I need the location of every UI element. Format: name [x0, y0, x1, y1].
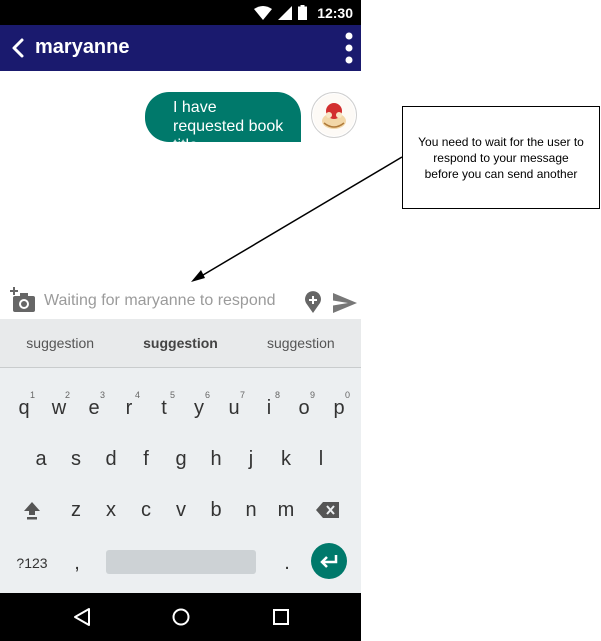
back-arrow-icon[interactable]	[9, 37, 29, 59]
shift-key[interactable]	[15, 490, 49, 530]
key-h[interactable]: h	[199, 439, 233, 479]
key-o[interactable]: 9o	[287, 388, 321, 428]
key-q[interactable]: 1q	[7, 388, 41, 428]
key-label: y	[194, 396, 204, 419]
key-t[interactable]: 5t	[147, 388, 181, 428]
key-label: r	[125, 396, 133, 419]
battery-icon	[298, 5, 308, 20]
system-nav-bar	[0, 593, 361, 641]
key-w[interactable]: 2w	[42, 388, 76, 428]
key-c[interactable]: c	[129, 490, 163, 530]
status-icons: 12:30	[254, 4, 353, 21]
key-hint: 5	[169, 390, 175, 400]
phone-screen: 12:30 maryanne I have requested book tit…	[0, 0, 361, 641]
key-label: p	[333, 396, 345, 419]
signal-icon	[278, 5, 293, 20]
key-hint: 0	[344, 390, 350, 400]
send-icon[interactable]	[333, 293, 357, 313]
key-r[interactable]: 4r	[112, 388, 146, 428]
location-icon[interactable]	[304, 291, 322, 313]
suggestion-strip: suggestion suggestion suggestion	[0, 319, 361, 368]
avatar-image-icon	[313, 94, 355, 136]
key-hint: 1	[29, 390, 35, 400]
key-hint: 3	[99, 390, 105, 400]
key-hint: 4	[134, 390, 140, 400]
key-hint: 8	[274, 390, 280, 400]
key-b[interactable]: b	[199, 490, 233, 530]
key-a[interactable]: a	[24, 439, 58, 479]
nav-back-icon[interactable]	[71, 606, 93, 628]
avatar	[311, 92, 357, 138]
key-d[interactable]: d	[94, 439, 128, 479]
wifi-icon	[254, 5, 273, 20]
backspace-icon	[316, 502, 339, 518]
key-m[interactable]: m	[269, 490, 303, 530]
key-j[interactable]: j	[234, 439, 268, 479]
suggestion-middle[interactable]: suggestion	[120, 335, 240, 351]
key-f[interactable]: f	[129, 439, 163, 479]
annotation-text: You need to wait for the user to respond…	[418, 134, 584, 181]
period-key[interactable]: .	[270, 543, 304, 583]
add-photo-icon[interactable]	[10, 287, 36, 313]
enter-key[interactable]	[311, 543, 347, 579]
key-label: u	[228, 396, 240, 419]
key-v[interactable]: v	[164, 490, 198, 530]
key-hint: 2	[64, 390, 70, 400]
key-x[interactable]: x	[94, 490, 128, 530]
shift-icon	[24, 502, 40, 520]
message-input[interactable]	[44, 287, 299, 315]
soft-keyboard: 1q 2w 3e 4r 5t 6y 7u 8i 9o 0p a s d f g …	[0, 368, 361, 593]
key-label: i	[266, 396, 272, 419]
key-hint: 7	[239, 390, 245, 400]
overflow-menu-icon[interactable]	[343, 31, 355, 65]
enter-icon	[320, 555, 338, 568]
key-e[interactable]: 3e	[77, 388, 111, 428]
key-g[interactable]: g	[164, 439, 198, 479]
key-u[interactable]: 7u	[217, 388, 251, 428]
key-p[interactable]: 0p	[322, 388, 356, 428]
status-bar: 12:30	[0, 0, 361, 25]
symbols-key[interactable]: ?123	[8, 543, 56, 583]
conversation-title: maryanne	[35, 36, 130, 58]
key-n[interactable]: n	[234, 490, 268, 530]
key-k[interactable]: k	[269, 439, 303, 479]
app-bar: maryanne	[0, 25, 361, 71]
suggestion-left[interactable]: suggestion	[0, 335, 120, 351]
nav-home-icon[interactable]	[170, 606, 192, 628]
key-l[interactable]: l	[304, 439, 338, 479]
annotation-callout: You need to wait for the user to respond…	[402, 106, 600, 209]
backspace-key[interactable]	[311, 490, 345, 530]
key-hint: 9	[309, 390, 315, 400]
message-text: I have requested book title	[173, 99, 284, 154]
spacebar[interactable]	[106, 550, 256, 574]
message-composer	[0, 283, 361, 320]
key-z[interactable]: z	[59, 490, 93, 530]
suggestion-right[interactable]: suggestion	[241, 335, 361, 351]
nav-recents-icon[interactable]	[270, 606, 292, 628]
key-label: q	[18, 396, 30, 419]
key-label: e	[88, 396, 100, 419]
comma-key[interactable]: ,	[60, 543, 94, 583]
key-label: t	[161, 396, 167, 419]
key-s[interactable]: s	[59, 439, 93, 479]
key-i[interactable]: 8i	[252, 388, 286, 428]
key-y[interactable]: 6y	[182, 388, 216, 428]
key-label: o	[298, 396, 310, 419]
status-time: 12:30	[317, 4, 353, 21]
key-hint: 6	[204, 390, 210, 400]
sent-message-bubble: I have requested book title	[145, 92, 301, 154]
